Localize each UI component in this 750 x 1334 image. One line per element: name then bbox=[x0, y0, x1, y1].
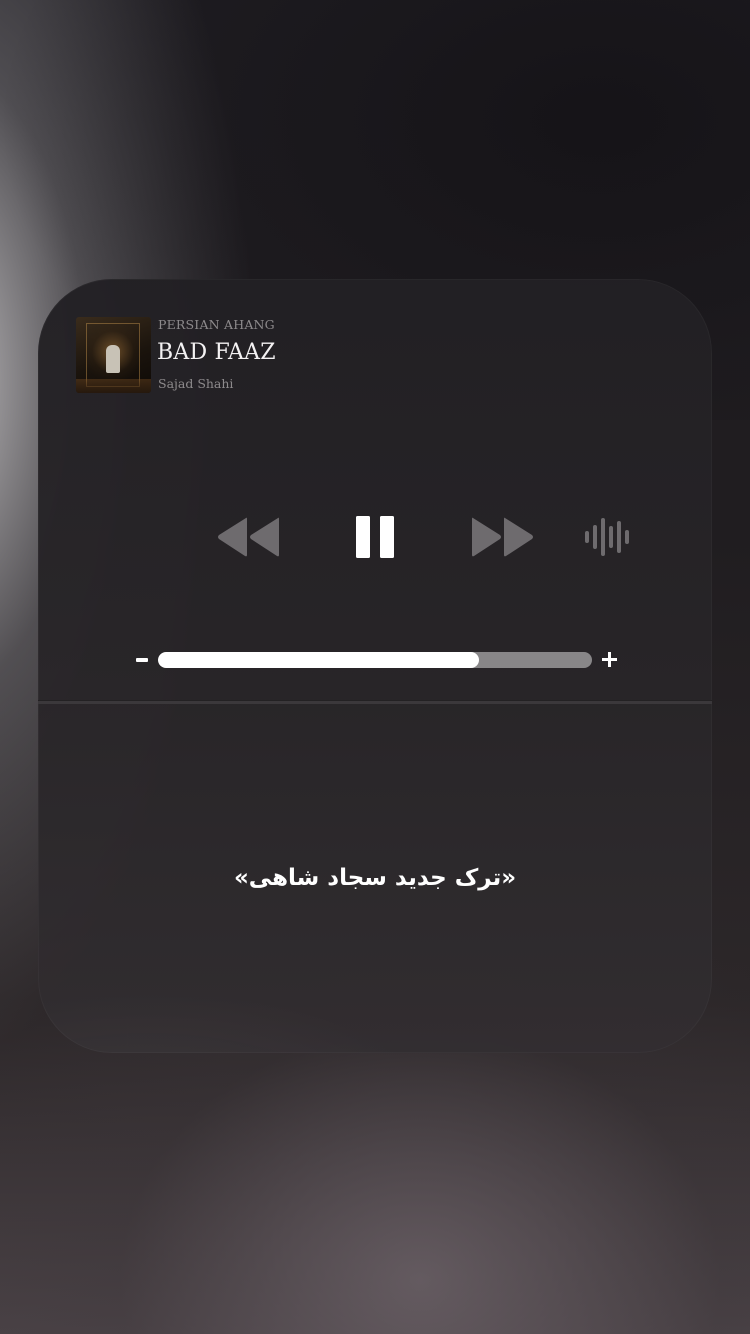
fast-forward-button[interactable] bbox=[470, 515, 536, 559]
album-art[interactable] bbox=[76, 317, 151, 393]
divider bbox=[38, 700, 712, 704]
volume-down-button[interactable] bbox=[132, 648, 160, 672]
minus-icon bbox=[136, 658, 148, 662]
album-art-floor bbox=[76, 379, 151, 393]
pause-icon bbox=[356, 516, 394, 558]
fast-forward-icon bbox=[472, 517, 533, 557]
volume-slider[interactable] bbox=[158, 652, 592, 668]
audio-output-button[interactable] bbox=[584, 517, 634, 557]
album-art-figure bbox=[106, 345, 120, 373]
volume-slider-fill bbox=[158, 652, 480, 668]
artist-name: Sajad Shahi bbox=[158, 376, 234, 391]
media-player-card: PERSIAN AHANG BAD FAAZ Sajad Shahi «ترک … bbox=[38, 279, 712, 1053]
track-title: BAD FAAZ bbox=[157, 340, 276, 365]
volume-up-button[interactable] bbox=[598, 648, 624, 672]
caption-text: «ترک جدید سجاد شاهی» bbox=[233, 865, 517, 891]
rewind-button[interactable] bbox=[216, 515, 282, 559]
pause-button[interactable] bbox=[356, 515, 396, 559]
source-label: PERSIAN AHANG bbox=[158, 317, 275, 332]
rewind-icon bbox=[218, 517, 279, 557]
waveform-icon bbox=[585, 518, 629, 556]
